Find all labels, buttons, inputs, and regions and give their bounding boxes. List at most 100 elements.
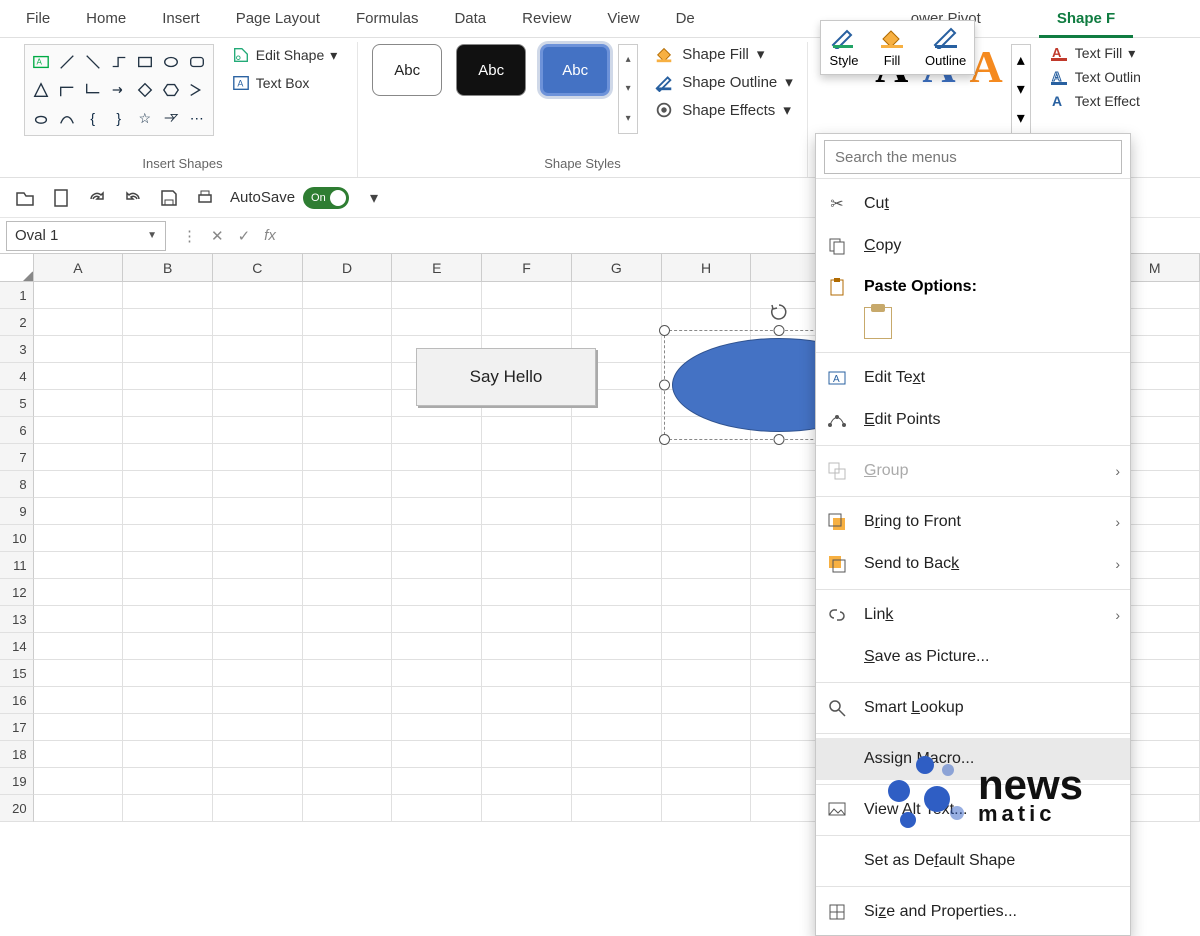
cell[interactable] xyxy=(213,471,303,498)
shape-arrow-icon[interactable] xyxy=(107,77,131,103)
shape-line-icon[interactable] xyxy=(55,49,79,75)
cell[interactable] xyxy=(572,768,662,795)
row-header[interactable]: 5 xyxy=(0,390,34,417)
cell[interactable] xyxy=(392,687,482,714)
menu-save-as-picture[interactable]: Save as Picture... xyxy=(816,636,1130,678)
edit-shape-button[interactable]: Edit Shape ▾ xyxy=(228,44,342,66)
cell[interactable] xyxy=(303,633,393,660)
accept-icon[interactable]: ✓ xyxy=(238,227,251,245)
cell[interactable] xyxy=(34,633,124,660)
redo-icon[interactable] xyxy=(86,187,108,209)
cell[interactable] xyxy=(34,309,124,336)
cell[interactable] xyxy=(572,417,662,444)
cell[interactable] xyxy=(123,768,213,795)
cell[interactable] xyxy=(662,498,752,525)
cell[interactable] xyxy=(34,795,124,822)
cell[interactable] xyxy=(662,471,752,498)
cell[interactable] xyxy=(123,687,213,714)
cell[interactable] xyxy=(213,687,303,714)
cell[interactable] xyxy=(34,525,124,552)
shape-outline-button[interactable]: Shape Outline▾ xyxy=(654,72,793,92)
cell[interactable] xyxy=(303,336,393,363)
cell[interactable] xyxy=(572,552,662,579)
cell[interactable] xyxy=(213,363,303,390)
new-icon[interactable] xyxy=(50,187,72,209)
cell[interactable] xyxy=(392,768,482,795)
menu-bring-to-front[interactable]: Bring to Front› xyxy=(816,501,1130,543)
text-box-button[interactable]: A Text Box xyxy=(228,72,342,94)
shape-arrowr-icon[interactable] xyxy=(159,105,183,131)
cell[interactable] xyxy=(482,525,572,552)
cell[interactable] xyxy=(303,714,393,741)
cell[interactable] xyxy=(482,552,572,579)
shape-fill-button[interactable]: Shape Fill▾ xyxy=(654,44,793,64)
cell[interactable] xyxy=(482,768,572,795)
menu-smart-lookup[interactable]: Smart Lookup xyxy=(816,687,1130,729)
row-header[interactable]: 7 xyxy=(0,444,34,471)
cell[interactable] xyxy=(303,309,393,336)
shape-rbrace-icon[interactable]: } xyxy=(107,105,131,131)
shape-star-icon[interactable]: ☆ xyxy=(133,105,157,131)
cell[interactable] xyxy=(303,552,393,579)
cell[interactable] xyxy=(572,579,662,606)
cell[interactable] xyxy=(123,660,213,687)
row-header[interactable]: 6 xyxy=(0,417,34,444)
cell[interactable] xyxy=(213,552,303,579)
cell[interactable] xyxy=(34,660,124,687)
cell[interactable] xyxy=(213,390,303,417)
cell[interactable] xyxy=(572,498,662,525)
row-header[interactable]: 16 xyxy=(0,687,34,714)
rotate-handle-icon[interactable] xyxy=(769,302,789,322)
cell[interactable] xyxy=(572,633,662,660)
menu-edit-text[interactable]: AEdit Text xyxy=(816,357,1130,399)
tab-home[interactable]: Home xyxy=(68,0,144,38)
cell[interactable] xyxy=(392,444,482,471)
fx-more-icon[interactable]: ⋮ xyxy=(182,227,197,245)
tab-page-layout[interactable]: Page Layout xyxy=(218,0,338,38)
wordart-gallery-scroll[interactable]: ▴▾▾ xyxy=(1011,44,1031,134)
cell[interactable] xyxy=(303,660,393,687)
cell[interactable] xyxy=(303,741,393,768)
menu-cut[interactable]: ✂Cut xyxy=(816,183,1130,225)
chevron-down-icon[interactable]: ▾ xyxy=(626,83,631,94)
shape-roundrect-icon[interactable] xyxy=(185,49,209,75)
cell[interactable] xyxy=(34,606,124,633)
undo-icon[interactable] xyxy=(122,187,144,209)
cell[interactable] xyxy=(303,498,393,525)
row-header[interactable]: 18 xyxy=(0,741,34,768)
cell[interactable] xyxy=(482,714,572,741)
cell[interactable] xyxy=(392,525,482,552)
cell[interactable] xyxy=(662,579,752,606)
cell[interactable] xyxy=(482,579,572,606)
col-header-C[interactable]: C xyxy=(213,254,303,281)
cell[interactable] xyxy=(482,417,572,444)
cell[interactable] xyxy=(303,579,393,606)
cell[interactable] xyxy=(34,714,124,741)
cancel-icon[interactable]: ✕ xyxy=(211,227,224,245)
shape-rect-icon[interactable] xyxy=(133,49,157,75)
style-swatch-blue-selected[interactable]: Abc xyxy=(540,44,610,96)
cell[interactable] xyxy=(123,336,213,363)
cell[interactable] xyxy=(213,768,303,795)
paste-keep-source-icon[interactable] xyxy=(864,307,892,339)
cell[interactable] xyxy=(303,390,393,417)
name-box[interactable]: Oval 1 ▼ xyxy=(6,221,166,251)
cell[interactable] xyxy=(392,714,482,741)
cell[interactable] xyxy=(662,444,752,471)
text-effects-button[interactable]: AText Effect xyxy=(1049,92,1141,110)
cell[interactable] xyxy=(303,768,393,795)
shape-arc-icon[interactable] xyxy=(55,105,79,131)
resize-handle[interactable] xyxy=(659,434,670,445)
menu-view-alt-text[interactable]: View Alt Text... xyxy=(816,789,1130,831)
cell[interactable] xyxy=(572,606,662,633)
row-header[interactable]: 11 xyxy=(0,552,34,579)
chevron-down-icon[interactable]: ▼ xyxy=(147,230,157,241)
col-header-G[interactable]: G xyxy=(572,254,662,281)
cell[interactable] xyxy=(123,363,213,390)
fx-icon[interactable]: fx xyxy=(264,227,276,244)
cell[interactable] xyxy=(482,660,572,687)
cell[interactable] xyxy=(34,390,124,417)
cell[interactable] xyxy=(392,417,482,444)
cell[interactable] xyxy=(392,282,482,309)
shape-style-gallery[interactable]: Abc Abc Abc xyxy=(372,44,610,96)
